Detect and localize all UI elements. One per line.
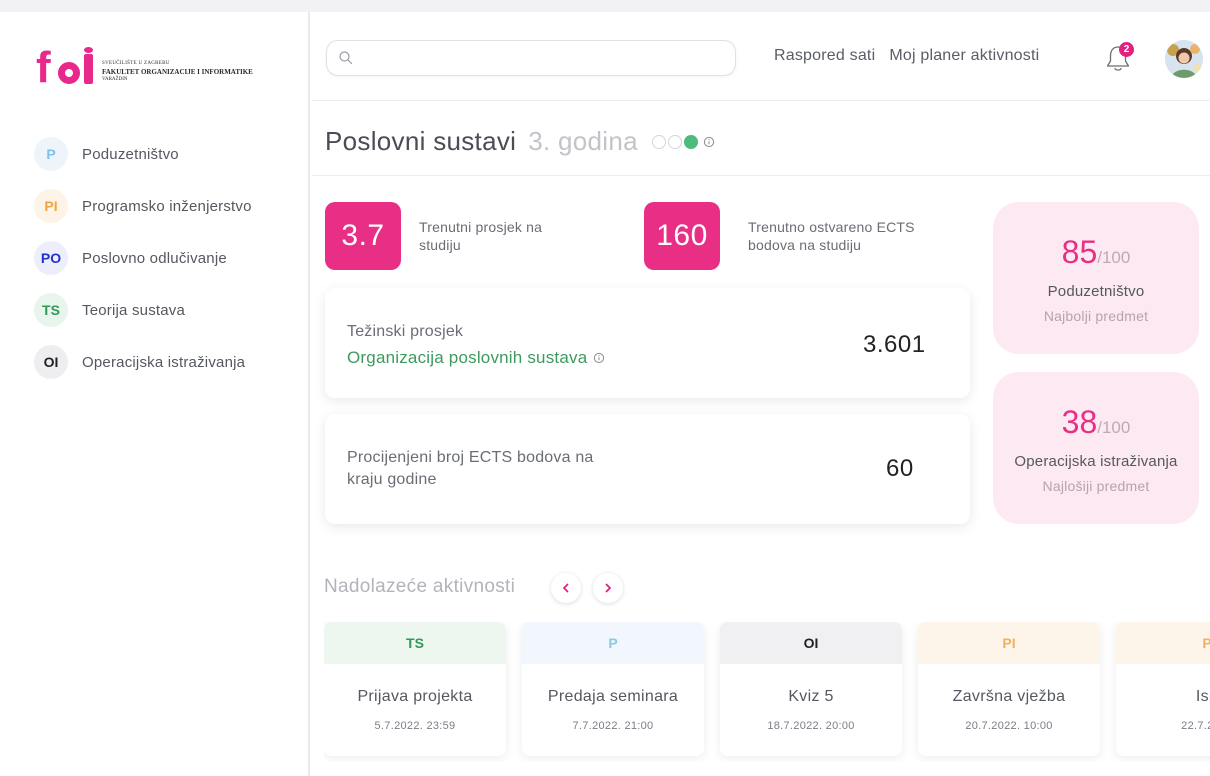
worst-score-value: 38 bbox=[1061, 404, 1098, 440]
estimated-ects-value: 60 bbox=[886, 455, 914, 482]
foi-logo-mark: f bbox=[36, 46, 96, 94]
subject-badge: OI bbox=[34, 345, 68, 379]
logo-text: SVEUČILIŠTE U ZAGREBU FAKULTET ORGANIZAC… bbox=[102, 60, 253, 84]
search-bar[interactable] bbox=[326, 40, 736, 76]
sidebar-item-teorija-sustava[interactable]: TS Teorija sustava bbox=[34, 284, 252, 336]
header-divider bbox=[312, 100, 1210, 101]
best-subject-tag: Najbolji predmet bbox=[1043, 308, 1149, 324]
weighted-average-label: Težinski prosjek bbox=[347, 323, 464, 340]
logo-city: VARAŽDIN bbox=[102, 77, 128, 82]
activity-card[interactable]: P Predaja seminara 7.7.2022. 21:00 bbox=[522, 622, 704, 756]
estimated-ects-label: Procijenjeni broj ECTS bodova na kraju g… bbox=[347, 449, 594, 488]
progress-dot-empty bbox=[651, 134, 666, 149]
activity-date: 22.7.2022 bbox=[1181, 720, 1210, 732]
info-icon[interactable] bbox=[593, 352, 605, 364]
search-input[interactable] bbox=[363, 47, 723, 71]
activity-subject-code: OI bbox=[720, 622, 902, 664]
avatar-image bbox=[1165, 40, 1203, 78]
activity-date: 7.7.2022. 21:00 bbox=[572, 720, 654, 732]
search-icon bbox=[339, 51, 353, 65]
subject-name: Organizacija poslovnih sustava bbox=[347, 348, 588, 367]
top-bar bbox=[0, 0, 1210, 12]
avatar[interactable] bbox=[1165, 40, 1203, 78]
worst-subject-name: Operacijska istraživanja bbox=[1014, 453, 1178, 470]
faculty-logo[interactable]: f SVEUČILIŠTE U ZAGREBU FAKULTET ORGANIZ… bbox=[36, 46, 253, 94]
activity-card[interactable]: TS Prijava projekta 5.7.2022. 23:59 bbox=[324, 622, 506, 756]
activity-name: Kviz 5 bbox=[788, 688, 834, 705]
weighted-average-value: 3.601 bbox=[863, 331, 926, 358]
sidebar: f SVEUČILIŠTE U ZAGREBU FAKULTET ORGANIZ… bbox=[0, 12, 310, 776]
sidebar-item-label: Operacijska istraživanja bbox=[82, 353, 246, 371]
title-divider bbox=[312, 175, 1210, 176]
worst-subject-card[interactable]: 38/100 Operacijska istraživanja Najlošij… bbox=[993, 372, 1199, 524]
activity-subject-code: PI bbox=[918, 622, 1100, 664]
subject-badge: PI bbox=[34, 189, 68, 223]
page-title: Poslovni sustavi 3. godina bbox=[325, 126, 715, 157]
info-icon[interactable] bbox=[703, 136, 715, 148]
activity-name: Isp bbox=[1195, 688, 1210, 705]
progress-dot-empty bbox=[667, 134, 682, 149]
activity-date: 20.7.2022. 10:00 bbox=[965, 720, 1053, 732]
activity-card[interactable]: P Isp 22.7.2022 bbox=[1116, 622, 1210, 756]
best-score-max: /100 bbox=[1097, 248, 1131, 267]
weighted-average-card: Težinski prosjek Organizacija poslovnih … bbox=[325, 288, 970, 398]
sidebar-item-poduzetnistvo[interactable]: P Poduzetništvo bbox=[34, 128, 252, 180]
year-progress bbox=[651, 134, 715, 149]
worst-subject-tag: Najlošiji predmet bbox=[1042, 478, 1150, 494]
activity-subject-code: P bbox=[522, 622, 704, 664]
sidebar-item-programsko-inzenjerstvo[interactable]: PI Programsko inženjerstvo bbox=[34, 180, 252, 232]
activity-date: 5.7.2022. 23:59 bbox=[374, 720, 456, 732]
top-links: Raspored sati Moj planer aktivnosti bbox=[774, 47, 1039, 65]
upcoming-title: Nadolazeće aktivnosti bbox=[324, 576, 516, 597]
subject-badge: TS bbox=[34, 293, 68, 327]
estimated-ects-card: Procijenjeni broj ECTS bodova na kraju g… bbox=[325, 414, 970, 524]
next-button[interactable] bbox=[593, 573, 623, 603]
logo-faculty: FAKULTET ORGANIZACIJE I INFORMATIKE bbox=[102, 68, 253, 76]
activity-name: Predaja seminara bbox=[547, 688, 679, 705]
current-average-value: 3.7 bbox=[325, 202, 401, 270]
chevron-left-icon bbox=[563, 583, 569, 593]
activity-subject-code: TS bbox=[324, 622, 506, 664]
schedule-link[interactable]: Raspored sati bbox=[774, 47, 875, 65]
activity-card[interactable]: OI Kviz 5 18.7.2022. 20:00 bbox=[720, 622, 902, 756]
sidebar-item-label: Programsko inženjerstvo bbox=[82, 197, 252, 215]
activity-date: 18.7.2022. 20:00 bbox=[767, 720, 855, 732]
study-year: 3. godina bbox=[528, 126, 638, 156]
activities-carousel: TS Prijava projekta 5.7.2022. 23:59 P Pr… bbox=[324, 622, 1210, 762]
activity-card[interactable]: PI Završna vježba 20.7.2022. 10:00 bbox=[918, 622, 1100, 756]
logo-university: SVEUČILIŠTE U ZAGREBU bbox=[102, 61, 170, 66]
current-average: 3.7 Trenutni prosjek na studiju bbox=[325, 202, 559, 270]
current-ects-label: Trenutno ostvareno ECTS bodova na studij… bbox=[748, 219, 915, 253]
notification-count: 2 bbox=[1119, 42, 1134, 57]
progress-dot-filled bbox=[683, 134, 698, 149]
sidebar-item-operacijska-istrazivanja[interactable]: OI Operacijska istraživanja bbox=[34, 336, 252, 388]
sidebar-item-poslovno-odlucivanje[interactable]: PO Poslovno odlučivanje bbox=[34, 232, 252, 284]
activity-name: Prijava projekta bbox=[357, 688, 473, 705]
subject-nav: P Poduzetništvo PI Programsko inženjerst… bbox=[34, 128, 252, 388]
best-score: 85/100 bbox=[993, 234, 1199, 271]
activity-name: Završna vježba bbox=[952, 688, 1066, 705]
program-name: Poslovni sustavi bbox=[325, 126, 517, 156]
previous-button[interactable] bbox=[551, 573, 581, 603]
chevron-right-icon bbox=[605, 583, 611, 593]
worst-score: 38/100 bbox=[993, 404, 1199, 441]
current-ects-value: 160 bbox=[644, 202, 720, 270]
sidebar-item-label: Teorija sustava bbox=[82, 301, 186, 319]
subject-badge: PO bbox=[34, 241, 68, 275]
subject-badge: P bbox=[34, 137, 68, 171]
activity-subject-code: P bbox=[1116, 622, 1210, 664]
sidebar-item-label: Poduzetništvo bbox=[82, 145, 179, 163]
best-subject-name: Poduzetništvo bbox=[1047, 283, 1145, 300]
current-ects: 160 Trenutno ostvareno ECTS bodova na st… bbox=[644, 202, 948, 270]
best-score-value: 85 bbox=[1061, 234, 1098, 270]
weighted-average-subject[interactable]: Organizacija poslovnih sustava bbox=[347, 348, 605, 368]
worst-score-max: /100 bbox=[1097, 418, 1131, 437]
sidebar-item-label: Poslovno odlučivanje bbox=[82, 249, 227, 267]
current-average-label: Trenutni prosjek na studiju bbox=[419, 219, 543, 253]
planner-link[interactable]: Moj planer aktivnosti bbox=[889, 47, 1039, 65]
best-subject-card[interactable]: 85/100 Poduzetništvo Najbolji predmet bbox=[993, 202, 1199, 354]
